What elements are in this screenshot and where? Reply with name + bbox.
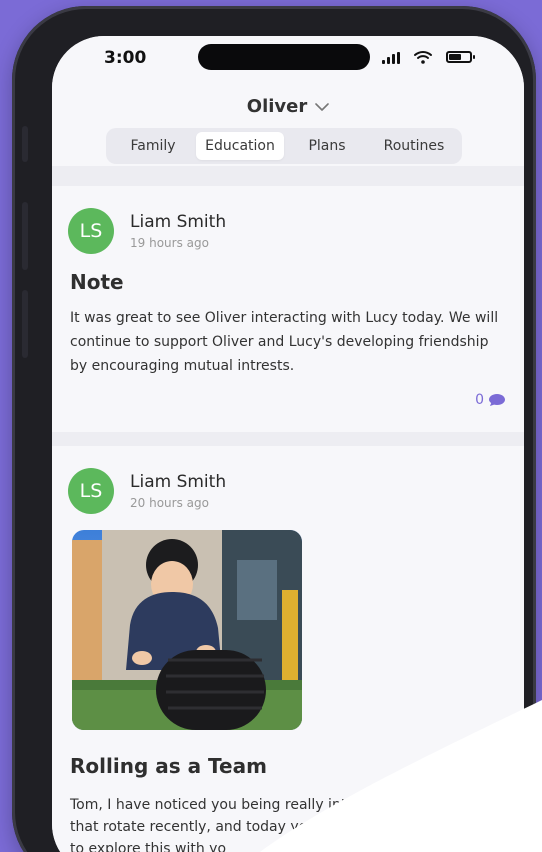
status-time: 3:00	[104, 48, 147, 68]
child-name: Oliver	[246, 96, 308, 117]
post-photo[interactable]	[72, 530, 302, 730]
volume-down-button	[22, 290, 28, 358]
mute-button	[22, 126, 28, 162]
post-title: Rolling as a Team	[70, 754, 267, 778]
post-body-line: Tom, I have noticed you being really int…	[70, 797, 377, 813]
tab-plans[interactable]: Plans	[284, 132, 370, 160]
post-title: Note	[70, 270, 124, 294]
tab-education[interactable]: Education	[196, 132, 284, 160]
post-author: Liam Smith	[130, 212, 227, 232]
child-selector[interactable]: Oliver	[52, 96, 524, 117]
tab-family[interactable]: Family	[110, 132, 196, 160]
comment-count: 0	[475, 392, 484, 408]
avatar: LS	[68, 468, 114, 514]
phone-frame: 3:00 Oliver Family Education Plans Routi…	[12, 6, 536, 852]
avatar: LS	[68, 208, 114, 254]
app-header: Oliver Family Education Plans Routines	[52, 86, 524, 166]
post-body: It was great to see Oliver interacting w…	[70, 310, 499, 374]
wifi-icon	[414, 51, 432, 64]
tab-routines[interactable]: Routines	[370, 132, 458, 160]
post-author: Liam Smith	[130, 472, 227, 492]
dynamic-island	[198, 44, 370, 70]
chevron-down-icon	[315, 102, 330, 111]
comment-icon	[489, 394, 505, 406]
signal-icon	[382, 52, 400, 64]
post-time: 19 hours ago	[130, 236, 209, 250]
app-screen: 3:00 Oliver Family Education Plans Routi…	[52, 36, 524, 852]
section-tabs: Family Education Plans Routines	[106, 128, 462, 164]
comment-button[interactable]: 0	[475, 392, 506, 408]
post-time: 20 hours ago	[130, 496, 209, 510]
post-body-line: that rotate recently, and today yo	[70, 819, 308, 835]
volume-up-button	[22, 202, 28, 270]
post-card[interactable]: LS Liam Smith 20 hours ago Rolling as a …	[52, 446, 524, 852]
status-bar: 3:00	[52, 36, 524, 86]
post-card[interactable]: LS Liam Smith 19 hours ago Note It was g…	[52, 186, 524, 432]
battery-icon	[446, 51, 475, 63]
post-body: Tom, I have noticed you being really int…	[70, 794, 500, 852]
post-body-line: to explore this with yo	[70, 841, 227, 852]
